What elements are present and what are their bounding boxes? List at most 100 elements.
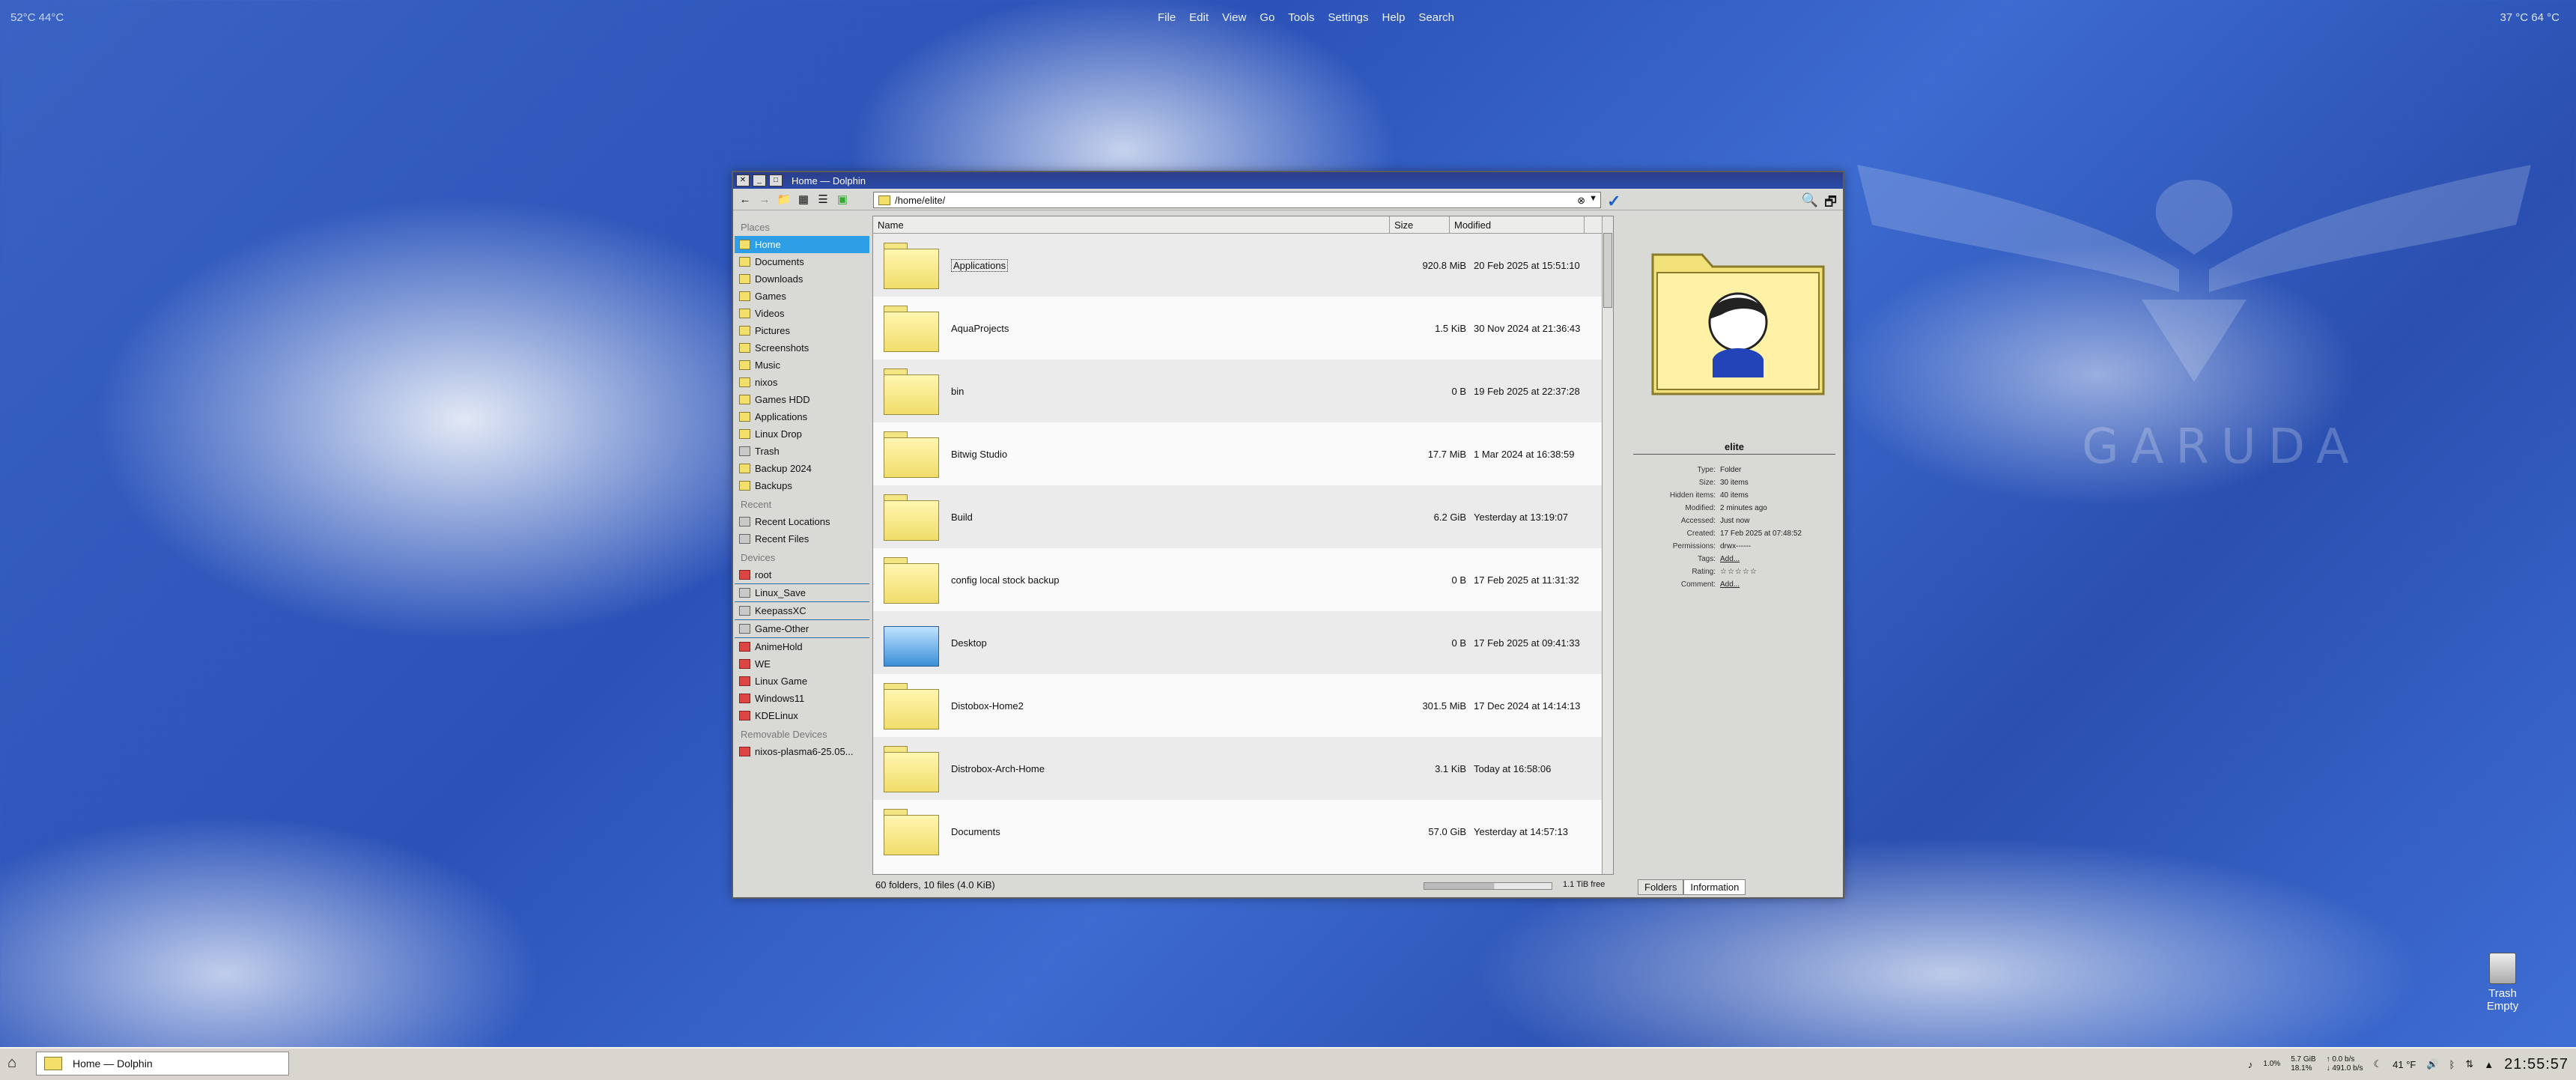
vertical-scrollbar[interactable] (1602, 216, 1613, 874)
network-speed: ↑ 0.0 b/s ↓ 491.0 b/s (2326, 1055, 2363, 1073)
forward-arrow-icon[interactable]: → (757, 192, 772, 207)
sidebar-item-backups[interactable]: Backups (735, 477, 869, 494)
file-modified: 20 Feb 2025 at 15:51:10 (1474, 259, 1580, 271)
sidebar-item-music[interactable]: Music (735, 357, 869, 374)
column-name[interactable]: Name (873, 216, 1390, 233)
trash-icon (2489, 953, 2516, 984)
task-dolphin[interactable]: Home — Dolphin (36, 1052, 289, 1076)
details-view-icon[interactable]: ☰ (815, 192, 830, 207)
sidebar-item-games-hdd[interactable]: Games HDD (735, 391, 869, 408)
window-title: Home — Dolphin (792, 175, 866, 186)
file-size: 3.1 KiB (1435, 762, 1466, 774)
file-size: 0 B (1451, 637, 1466, 649)
comment-add-link[interactable]: Add... (1720, 580, 1740, 593)
tab-information[interactable]: Information (1683, 879, 1746, 895)
sidebar-item-game-other[interactable]: Game-Other (735, 620, 869, 638)
free-space: 1.1 TiB free (1563, 880, 1606, 889)
table-row[interactable]: Distobox-Home2 301.5 MiB 17 Dec 2024 at 14… (873, 674, 1613, 737)
sidebar-item-applications[interactable]: Applications (735, 408, 869, 425)
sidebar-item-animehold[interactable]: AnimeHold (735, 638, 869, 655)
sidebar-item-downloads[interactable]: Downloads (735, 270, 869, 288)
back-arrow-icon[interactable]: ← (738, 192, 753, 207)
table-row[interactable]: config local stock backup 0 B 17 Feb 2025 … (873, 548, 1613, 611)
bluetooth-icon[interactable]: ᛒ (2449, 1059, 2455, 1070)
sidebar-item-kdelinux[interactable]: KDELinux (735, 707, 869, 724)
file-name: Applications (951, 258, 1009, 272)
file-modified: Yesterday at 14:57:13 (1474, 825, 1569, 837)
dropdown-icon[interactable]: ▼ (1589, 194, 1597, 203)
menu-search[interactable]: Search (1418, 11, 1454, 24)
apply-check-icon[interactable]: ✓ (1607, 192, 1620, 211)
desktop-trash[interactable]: Trash Empty (2468, 953, 2537, 1013)
toolbar-right: 🔍 🗗 (1802, 192, 1837, 215)
folder-icon (884, 744, 939, 792)
sidebar-item-nixos[interactable]: nixos (735, 374, 869, 391)
file-size: 920.8 MiB (1422, 259, 1466, 271)
table-row[interactable]: Documents 57.0 GiB Yesterday at 14:57:13 (873, 800, 1613, 863)
sidebar-item-documents[interactable]: Documents (735, 253, 869, 270)
volume-icon[interactable]: 🔊 (2426, 1058, 2438, 1070)
sidebar-item-linux-save[interactable]: Linux_Save (735, 584, 869, 602)
split-view-icon[interactable]: ▣ (835, 192, 850, 207)
dolphin-window: ✕ _ □ Home — Dolphin ← → 📁 ▦ ☰ ▣ /home/e… (732, 171, 1844, 899)
sidebar-item-videos[interactable]: Videos (735, 305, 869, 322)
menu-help[interactable]: Help (1382, 11, 1406, 24)
sidebar-item-home[interactable]: Home (735, 236, 869, 253)
up-folder-icon[interactable]: 📁 (777, 192, 792, 207)
icon-view-icon[interactable]: ▦ (796, 192, 811, 207)
table-row[interactable]: Build 6.2 GiB Yesterday at 13:19:07 (873, 485, 1613, 548)
maximize-icon[interactable]: □ (769, 175, 783, 186)
devices-header: Devices (741, 552, 776, 563)
new-window-icon[interactable]: 🗗 (1824, 192, 1837, 215)
column-size[interactable]: Size (1390, 216, 1450, 233)
column-header: Name Size Modified (873, 216, 1613, 234)
clock[interactable]: 21:55:57 (2504, 1056, 2569, 1073)
file-name: Distobox-Home2 (951, 700, 1024, 712)
close-icon[interactable]: ✕ (736, 175, 750, 186)
sidebar-item-linux-drop[interactable]: Linux Drop (735, 425, 869, 443)
clear-icon[interactable]: ⊗ (1577, 195, 1585, 207)
sidebar-item-trash[interactable]: Trash (735, 443, 869, 460)
table-row[interactable]: Bitwig Studio 17.7 MiB 1 Mar 2024 at 16:38… (873, 422, 1613, 485)
file-size: 0 B (1451, 385, 1466, 397)
minimize-icon[interactable]: _ (753, 175, 766, 186)
sidebar-item-root[interactable]: root (735, 566, 869, 584)
rating-stars[interactable]: ☆☆☆☆☆ (1720, 568, 1758, 580)
table-row[interactable]: Desktop 0 B 17 Feb 2025 at 09:41:33 (873, 611, 1613, 674)
network-icon[interactable]: ⇅ (2465, 1058, 2473, 1070)
menu-edit[interactable]: Edit (1189, 11, 1209, 24)
table-row[interactable]: AquaProjects 1.5 KiB 30 Nov 2024 at 21:36:… (873, 297, 1613, 360)
sidebar-item-windows11[interactable]: Windows11 (735, 690, 869, 707)
scroll-thumb[interactable] (1603, 233, 1612, 308)
title-bar[interactable]: ✕ _ □ Home — Dolphin (733, 172, 1843, 189)
music-icon[interactable]: ♪ (2248, 1059, 2253, 1070)
location-bar[interactable]: /home/elite/ ⊗ ▼ (873, 192, 1601, 208)
sidebar-item-backup-2024[interactable]: Backup 2024 (735, 460, 869, 477)
menu-go[interactable]: Go (1260, 11, 1275, 24)
menu-tools[interactable]: Tools (1288, 11, 1314, 24)
menu-view[interactable]: View (1222, 11, 1246, 24)
weather[interactable]: 41 °F (2393, 1059, 2416, 1070)
column-modified[interactable]: Modified (1450, 216, 1585, 233)
table-row[interactable]: Applications 920.8 MiB 20 Feb 2025 at 15:5… (873, 234, 1613, 297)
menu-file[interactable]: File (1158, 11, 1176, 24)
table-row[interactable]: Distrobox-Arch-Home 3.1 KiB Today at 16:58… (873, 737, 1613, 800)
table-row[interactable]: bin 0 B 19 Feb 2025 at 22:37:28 (873, 360, 1613, 422)
app-launcher-icon[interactable]: ⌂ (7, 1055, 27, 1074)
sidebar-item-nixos-plasma[interactable]: nixos-plasma6-25.05... (735, 743, 869, 760)
sidebar-item-games[interactable]: Games (735, 288, 869, 305)
search-icon[interactable]: 🔍 (1802, 192, 1818, 215)
sidebar-item-we[interactable]: WE (735, 655, 869, 673)
tags-add-link[interactable]: Add... (1720, 555, 1740, 568)
menu-settings[interactable]: Settings (1328, 11, 1368, 24)
gpu-temp-readout: 37 °C 64 °C (2500, 11, 2560, 24)
sidebar-item-recent-files[interactable]: Recent Files (735, 530, 869, 547)
updates-icon[interactable]: ▲ (2484, 1059, 2494, 1070)
sidebar-item-recent-locations[interactable]: Recent Locations (735, 513, 869, 530)
sidebar-item-keepassxc[interactable]: KeepassXC (735, 602, 869, 620)
global-menu: File Edit View Go Tools Settings Help Se… (1158, 11, 1454, 24)
sidebar-item-linux-game[interactable]: Linux Game (735, 673, 869, 690)
tab-folders[interactable]: Folders (1638, 879, 1684, 895)
sidebar-item-screenshots[interactable]: Screenshots (735, 339, 869, 357)
sidebar-item-pictures[interactable]: Pictures (735, 322, 869, 339)
